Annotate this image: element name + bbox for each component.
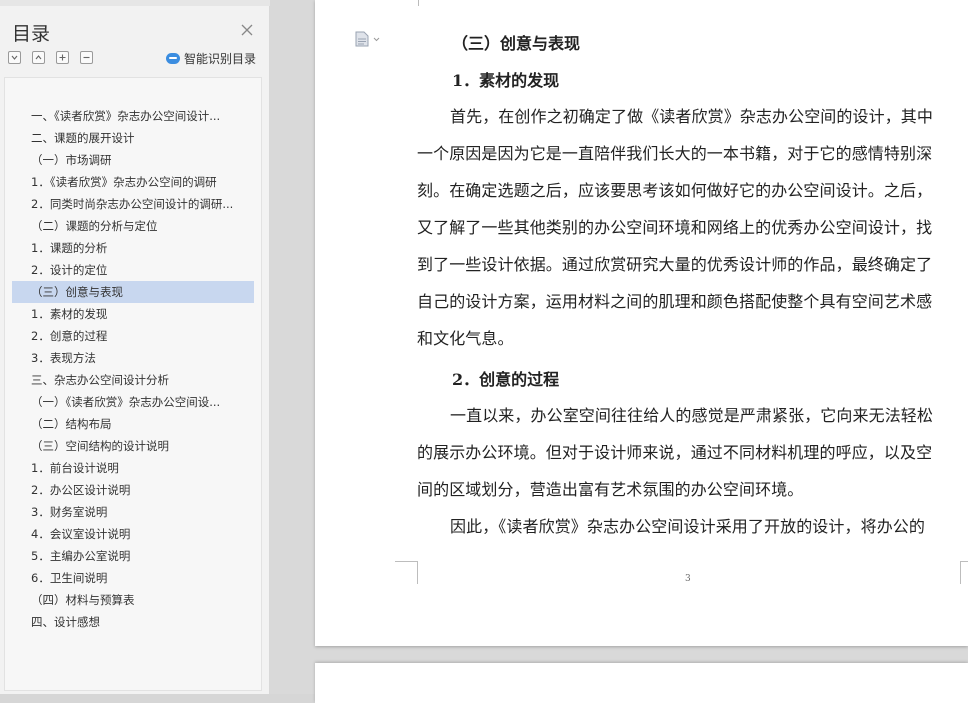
- toc-item[interactable]: （一）市场调研: [12, 149, 254, 171]
- crop-mark-left: [395, 561, 418, 584]
- toc-item[interactable]: 三、杂志办公空间设计分析: [12, 369, 254, 391]
- subsection-heading-2: 2．创意的过程: [452, 370, 560, 389]
- expand-all-icon[interactable]: [32, 51, 45, 64]
- remove-level-icon[interactable]: [80, 51, 93, 64]
- toc-item[interactable]: （一）《读者欣赏》杂志办公空间设...: [12, 391, 254, 413]
- toc-item[interactable]: 2．办公区设计说明: [12, 479, 254, 501]
- toc-item[interactable]: （二）课题的分析与定位: [12, 215, 254, 237]
- paragraph-line: 一直以来，办公室空间往往给人的感觉是严肃紧张，它向来无法轻松: [450, 406, 934, 425]
- toc-item[interactable]: 一、《读者欣赏》杂志办公空间设计...: [12, 105, 254, 127]
- toc-item[interactable]: 2．同类时尚杂志办公空间设计的调研...: [12, 193, 254, 215]
- paragraph-line: 首先，在创作之初确定了做《读者欣赏》杂志办公空间的设计，其中: [450, 107, 934, 126]
- smart-recognize-icon: [166, 52, 180, 64]
- toc-list: 一、《读者欣赏》杂志办公空间设计... 二、课题的展开设计 （一）市场调研 1．《读者…: [4, 77, 262, 691]
- toc-item[interactable]: 6．卫生间说明: [12, 567, 254, 589]
- section-heading: （三）创意与表现: [452, 34, 581, 53]
- smart-recognize-label: 智能识别目录: [184, 51, 257, 66]
- document-icon[interactable]: [355, 31, 383, 51]
- toc-item[interactable]: 4．会议室设计说明: [12, 523, 254, 545]
- toc-item[interactable]: （三）空间结构的设计说明: [12, 435, 254, 457]
- toc-item[interactable]: 3．表现方法: [12, 347, 254, 369]
- sidebar-top-strip: [0, 0, 270, 6]
- paragraph-line: 和文化气息。: [417, 329, 514, 348]
- add-level-icon[interactable]: [56, 51, 69, 64]
- document-area[interactable]: （三）创意与表现 1．素材的发现 首先，在创作之初确定了做《读者欣赏》杂志办公空…: [270, 0, 968, 703]
- collapse-all-icon[interactable]: [8, 51, 21, 64]
- paragraph-line: 的展示办公环境。但对于设计师来说，通过不同材料机理的呼应，以及空: [417, 443, 933, 462]
- paragraph-line: 自己的设计方案，运用材料之间的肌理和颜色搭配使整个具有空间艺术感: [417, 292, 933, 311]
- paragraph-line: 因此，《读者欣赏》杂志办公空间设计采用了开放的设计，将办公的: [450, 517, 926, 536]
- paragraph-line: 一个原因是因为它是一直陪伴我们长大的一本书籍，对于它的感情特别深: [417, 144, 933, 163]
- paragraph-line: 又了解了一些其他类别的办公空间环境和网络上的优秀办公空间设计，找: [417, 218, 933, 237]
- next-page[interactable]: [315, 663, 968, 703]
- toc-item[interactable]: 二、课题的展开设计: [12, 127, 254, 149]
- toc-sidebar: 目录 智能识别目录 一、《读者欣赏》杂志办公空间设计... 二、课题的展开设计 （一…: [0, 0, 270, 694]
- subsection-heading-1: 1．素材的发现: [452, 71, 560, 90]
- toc-item[interactable]: 1．素材的发现: [12, 303, 254, 325]
- toc-item[interactable]: 1．《读者欣赏》杂志办公空间的调研: [12, 171, 254, 193]
- toc-item[interactable]: （二）结构布局: [12, 413, 254, 435]
- toc-item[interactable]: 1．前台设计说明: [12, 457, 254, 479]
- toc-item[interactable]: 四、设计感想: [12, 611, 254, 633]
- crop-mark-right: [960, 561, 968, 584]
- paragraph-line: 刻。在确定选题之后，应该要思考该如何做好它的办公空间设计。之后，: [417, 181, 933, 200]
- toc-item[interactable]: 1．课题的分析: [12, 237, 254, 259]
- toc-item[interactable]: 3．财务室说明: [12, 501, 254, 523]
- toc-item[interactable]: （三）创意与表现: [12, 281, 254, 303]
- toc-item[interactable]: 5．主编办公室说明: [12, 545, 254, 567]
- paragraph-line: 间的区域划分，营造出富有艺术氛围的办公空间环境。: [417, 480, 804, 499]
- toc-item[interactable]: （四）材料与预算表: [12, 589, 254, 611]
- close-icon[interactable]: [239, 22, 255, 38]
- top-margin-mark: [418, 0, 419, 6]
- paragraph-line: 到了一些设计依据。通过欣赏研究大量的优秀设计师的作品，最终确定了: [417, 255, 933, 274]
- toc-title: 目录: [12, 23, 51, 45]
- toc-item[interactable]: 2．设计的定位: [12, 259, 254, 281]
- document-page[interactable]: （三）创意与表现 1．素材的发现 首先，在创作之初确定了做《读者欣赏》杂志办公空…: [315, 0, 968, 646]
- page-number: 3: [685, 574, 691, 584]
- smart-recognize-button[interactable]: 智能识别目录: [166, 50, 256, 66]
- toc-item[interactable]: 2．创意的过程: [12, 325, 254, 347]
